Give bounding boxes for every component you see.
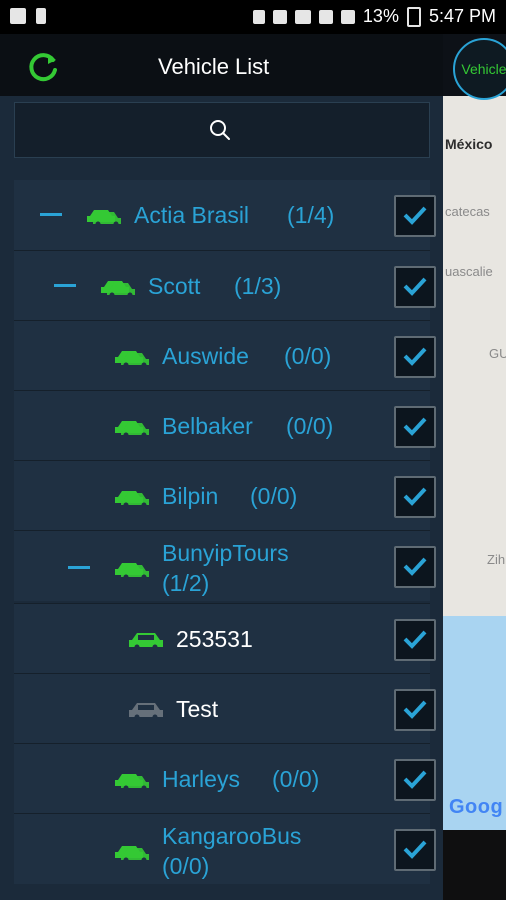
map-label: catecas [445, 204, 490, 219]
photo-notification-icon [10, 8, 26, 24]
map-view[interactable]: México catecas uascalie GU Zih Goog [443, 96, 506, 830]
check-icon [403, 557, 427, 576]
google-watermark: Goog [449, 796, 504, 818]
check-icon [403, 487, 427, 506]
battery-icon [406, 6, 421, 27]
map-label: Zih [487, 552, 506, 567]
check-icon [403, 700, 427, 719]
tree-row-scott[interactable]: Scott (1/3) [14, 250, 436, 321]
checkbox[interactable] [394, 619, 436, 661]
fleet-icon [115, 491, 149, 507]
tree-row-bilpin[interactable]: Bilpin (0/0) [14, 460, 436, 531]
page-title: Vehicle List [158, 54, 270, 79]
checkbox[interactable] [394, 759, 436, 801]
map-label: México [445, 136, 493, 152]
collapse-icon[interactable] [40, 213, 62, 216]
check-icon [403, 277, 427, 296]
checkbox[interactable] [394, 266, 436, 308]
checkbox[interactable] [394, 476, 436, 518]
group-count: (0/0) [162, 853, 210, 879]
map-label: GU [489, 346, 506, 361]
group-name: Actia Brasil [134, 202, 250, 228]
tree-row-bunyiptours[interactable]: BunyipTours (1/2) [14, 530, 436, 601]
checkbox[interactable] [394, 406, 436, 448]
group-count: (1/2) [162, 570, 210, 596]
group-count: (1/4) [287, 202, 335, 228]
group-count: (0/0) [272, 766, 320, 792]
signal-icon [340, 9, 355, 24]
group-count: (1/3) [234, 273, 282, 299]
clock: 5:47 PM [428, 6, 496, 26]
fleet-icon [101, 281, 135, 297]
search-icon[interactable] [209, 119, 231, 141]
tree-row-test[interactable]: Test [14, 673, 436, 744]
location-icon [252, 9, 265, 24]
check-icon [403, 630, 427, 649]
battery-percent: 13% [362, 6, 399, 26]
check-icon [403, 206, 427, 225]
fleet-icon [87, 210, 121, 226]
group-count: (0/0) [284, 343, 332, 369]
check-icon [403, 417, 427, 436]
group-count: (0/0) [250, 483, 298, 509]
alarm-icon [272, 9, 287, 24]
check-icon [403, 347, 427, 366]
group-count: (0/0) [286, 413, 334, 439]
collapse-icon[interactable] [54, 284, 76, 287]
tree-row-kangaroobus[interactable]: KangarooBus (0/0) [14, 813, 436, 884]
fleet-icon [115, 421, 149, 437]
group-name: Belbaker [162, 413, 253, 439]
tree-row-actia-brasil[interactable]: Actia Brasil (1/4) [14, 180, 436, 250]
group-name: Auswide [162, 343, 249, 369]
tree-row-harleys[interactable]: Harleys (0/0) [14, 743, 436, 814]
vehicle-button[interactable]: Vehicle [453, 38, 506, 100]
fleet-icon [115, 846, 149, 862]
lte-icon [294, 9, 311, 24]
group-name: Scott [148, 273, 201, 299]
checkbox[interactable] [394, 689, 436, 731]
check-icon [403, 840, 427, 859]
fleet-icon [115, 351, 149, 367]
checkbox[interactable] [394, 195, 436, 237]
vehicle-name: Test [176, 696, 219, 722]
checkbox[interactable] [394, 546, 436, 588]
group-name: KangarooBus [162, 823, 302, 849]
checkbox[interactable] [394, 829, 436, 871]
car-offline-icon [129, 703, 163, 720]
car-online-icon [129, 633, 163, 650]
fleet-icon [115, 774, 149, 790]
collapse-icon[interactable] [68, 566, 90, 569]
vehicle-name: 253531 [176, 626, 253, 652]
status-bar: 13% 5:47 PM [0, 0, 506, 34]
sim-notification-icon [36, 8, 46, 24]
map-bottom-bar [443, 830, 506, 900]
group-name: Bilpin [162, 483, 219, 509]
fleet-icon [115, 563, 149, 579]
refresh-icon[interactable] [26, 50, 60, 84]
check-icon [403, 770, 427, 789]
map-label: uascalie [445, 264, 493, 279]
wifi-icon [318, 9, 333, 24]
tree-row-belbaker[interactable]: Belbaker (0/0) [14, 390, 436, 461]
tree-row-auswide[interactable]: Auswide (0/0) [14, 320, 436, 391]
tree-row-253531[interactable]: 253531 [14, 603, 436, 674]
group-name: Harleys [162, 766, 240, 792]
checkbox[interactable] [394, 336, 436, 378]
group-name: BunyipTours [162, 540, 289, 566]
